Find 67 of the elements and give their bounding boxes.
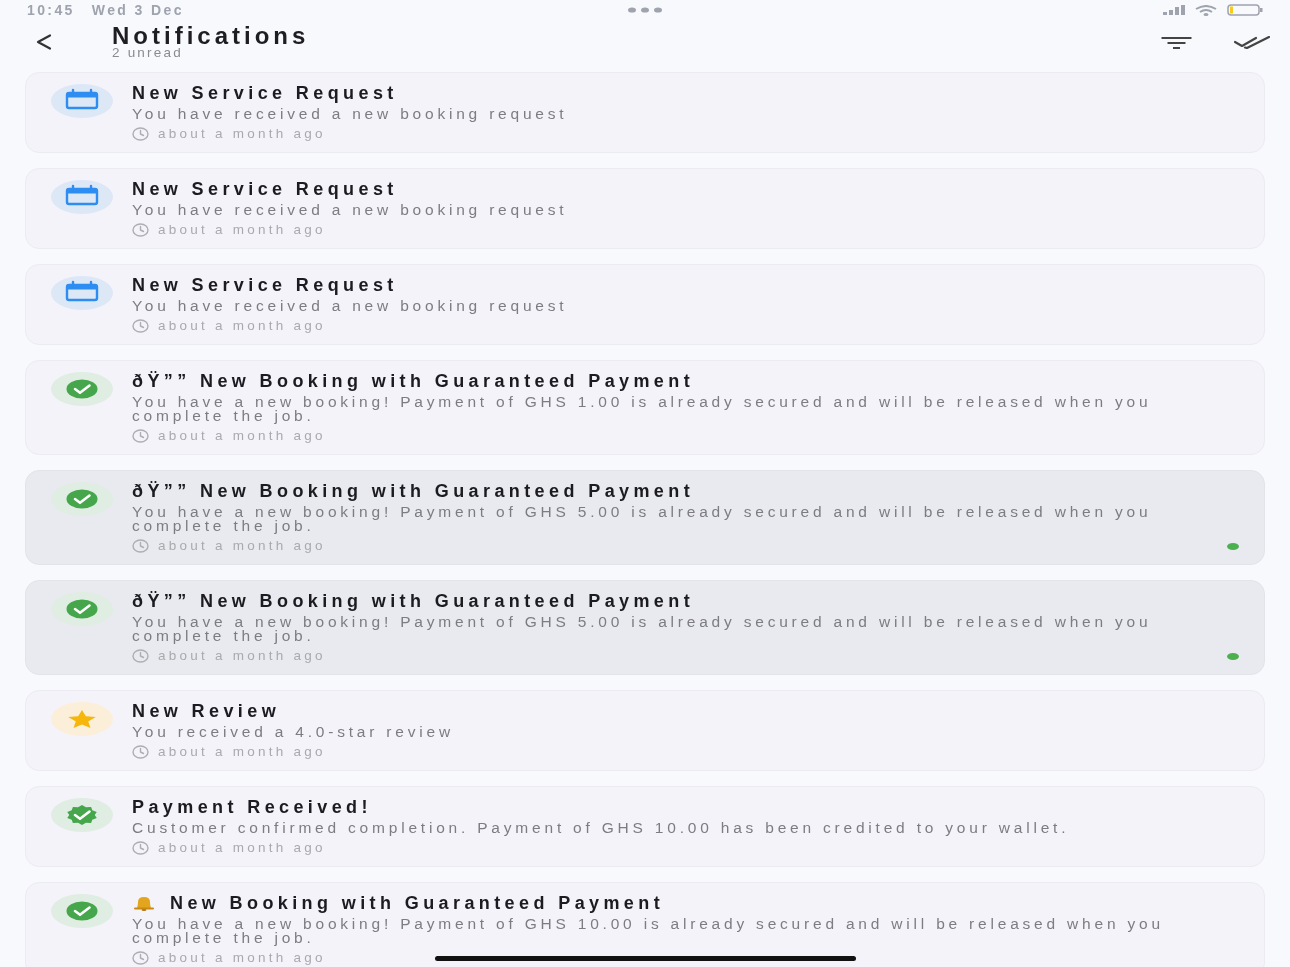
clock-icon <box>132 648 149 663</box>
clock-icon <box>132 538 149 553</box>
status-date: Wed 3 Dec <box>91 2 184 18</box>
notification-title: New Service Request <box>132 180 398 198</box>
notification-card[interactable]: ðŸ”” New Booking with Guaranteed Payment You have a new booking! Payment of GHS 1.00 is already secured and will be released when you complete the job. about a month ago <box>25 360 1265 455</box>
notification-title: Payment Received! <box>132 798 372 816</box>
notification-time: about a month ago <box>158 221 326 238</box>
clock-icon <box>132 318 149 333</box>
notification-message: You have a new booking! Payment of GHS 1.00 is already secured and will be released when you complete the job. <box>132 394 1153 423</box>
notification-title: ðŸ”” New Booking with Guaranteed Payment <box>132 482 695 500</box>
notification-title: New Service Request <box>132 84 398 102</box>
clock-icon <box>132 744 149 759</box>
notification-time: about a month ago <box>158 839 326 856</box>
notification-time: about a month ago <box>158 647 326 664</box>
page-title: Notifications <box>112 25 310 47</box>
notification-card[interactable]: New Service Request You have received a new booking request about a month ago <box>25 264 1265 345</box>
notification-message: You have received a new booking request <box>132 202 569 217</box>
clock-icon <box>132 222 149 237</box>
clock-icon <box>132 428 149 443</box>
calendar-icon <box>51 84 113 118</box>
mark-all-read-button[interactable] <box>1234 36 1270 49</box>
clock-icon <box>132 840 149 855</box>
calendar-icon <box>51 180 113 214</box>
wifi-icon <box>1195 4 1217 16</box>
notification-card[interactable]: Payment Received! Customer confirmed completion. Payment of GHS 10.00 has been credited to your wallet. about a month ago <box>25 786 1265 867</box>
notification-message: You have a new booking! Payment of GHS 5.00 is already secured and will be released when you complete the job. <box>132 614 1153 643</box>
notification-message: You have received a new booking request <box>132 298 569 313</box>
check-circle-icon <box>51 372 113 406</box>
unread-count: 2 unread <box>112 47 184 59</box>
check-circle-icon <box>51 894 113 928</box>
notification-message: You have a new booking! Payment of GHS 5.00 is already secured and will be released when you complete the job. <box>132 504 1153 533</box>
check-circle-icon <box>51 482 113 516</box>
double-check-icon <box>1234 36 1270 49</box>
status-time: 10:45 <box>27 2 75 18</box>
notification-time: about a month ago <box>158 949 326 966</box>
back-icon <box>36 34 52 50</box>
filter-button[interactable] <box>1161 36 1192 49</box>
clock-icon <box>132 126 149 141</box>
notification-time: about a month ago <box>158 427 326 444</box>
verified-badge-icon <box>51 798 113 832</box>
notification-title: New Service Request <box>132 276 398 294</box>
clock-icon <box>132 950 149 965</box>
notification-card[interactable]: ðŸ”” New Booking with Guaranteed Payment You have a new booking! Payment of GHS 5.00 is already secured and will be released when you complete the job. about a month ago <box>25 470 1265 565</box>
filter-icon <box>1161 36 1192 49</box>
notification-title: ðŸ”” New Booking with Guaranteed Payment <box>132 592 695 610</box>
more-dots-icon <box>628 7 662 13</box>
battery-icon <box>1227 4 1263 16</box>
notification-card[interactable]: New Service Request You have received a new booking request about a month ago <box>25 168 1265 249</box>
notification-title: New Booking with Guaranteed Payment <box>170 894 665 912</box>
notification-title: ðŸ”” New Booking with Guaranteed Payment <box>132 372 695 390</box>
notification-message: Customer confirmed completion. Payment of GHS 10.00 has been credited to your wallet. <box>132 820 1071 835</box>
notification-card[interactable]: New Booking with Guaranteed Payment You have a new booking! Payment of GHS 10.00 is already secured and will be released when you complete the job. about a month ago <box>25 882 1265 967</box>
back-button[interactable] <box>36 34 52 50</box>
notification-time: about a month ago <box>158 125 326 142</box>
notification-time: about a month ago <box>158 317 326 334</box>
notification-message: You have received a new booking request <box>132 106 569 121</box>
notification-time: about a month ago <box>158 743 326 760</box>
notification-message: You have a new booking! Payment of GHS 10.00 is already secured and will be released when you complete the job. <box>132 916 1165 945</box>
notification-time: about a month ago <box>158 537 326 554</box>
check-circle-icon <box>51 592 113 626</box>
notification-message: You received a 4.0-star review <box>132 724 455 739</box>
notification-card[interactable]: ðŸ”” New Booking with Guaranteed Payment You have a new booking! Payment of GHS 5.00 is already secured and will be released when you complete the job. about a month ago <box>25 580 1265 675</box>
notification-card[interactable]: New Review You received a 4.0-star review about a month ago <box>25 690 1265 771</box>
notification-card[interactable]: New Service Request You have received a new booking request about a month ago <box>25 72 1265 153</box>
signal-icon <box>1163 5 1185 15</box>
calendar-icon <box>51 276 113 310</box>
notification-title: New Review <box>132 702 281 720</box>
